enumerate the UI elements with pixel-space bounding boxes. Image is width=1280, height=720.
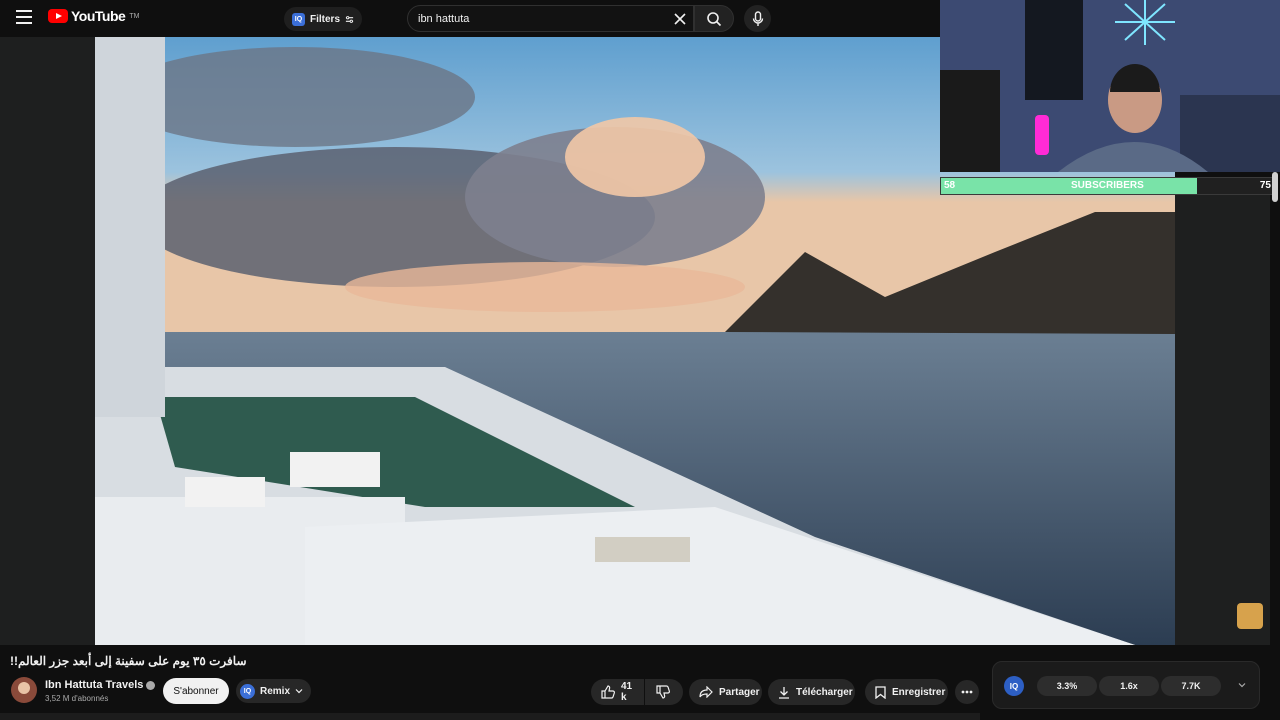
download-label: Télécharger	[796, 686, 853, 698]
video-title: سافرت ٣٥ يوم على سفينة إلى أبعد جزر العا…	[10, 654, 247, 668]
youtube-play-icon	[48, 9, 68, 23]
more-horizontal-icon	[961, 690, 973, 694]
left-letterbox	[0, 37, 95, 645]
voice-search-button[interactable]	[744, 5, 771, 32]
bookmark-icon	[875, 685, 886, 699]
like-count: 41 k	[621, 681, 633, 703]
masthead: YouTube TM IQ Filters	[0, 0, 940, 37]
filters-button[interactable]: IQ Filters	[284, 7, 363, 31]
streamer-webcam	[940, 0, 1280, 172]
channel-avatar[interactable]	[11, 677, 37, 703]
right-letterbox	[1175, 195, 1270, 645]
dislike-button[interactable]	[645, 679, 683, 705]
search-icon	[707, 11, 722, 26]
iq-remix-icon: IQ	[240, 683, 255, 699]
subscribe-button[interactable]: S'abonner	[163, 678, 229, 704]
subscriber-goal-label: SUBSCRIBERS	[1071, 180, 1144, 191]
subscriber-goal-bar: 58 SUBSCRIBERS 75	[940, 177, 1274, 195]
search-input[interactable]	[418, 12, 658, 25]
youtube-logo[interactable]: YouTube TM	[48, 8, 139, 24]
download-icon	[779, 686, 789, 699]
remix-button[interactable]: IQ Remix	[236, 679, 312, 703]
channel-name-row[interactable]: Ibn Hattuta Travels	[45, 679, 156, 691]
more-actions-button[interactable]	[955, 680, 979, 704]
thumbs-down-icon	[656, 685, 670, 699]
clear-search-icon[interactable]	[672, 11, 688, 27]
menu-icon[interactable]	[14, 10, 34, 26]
chevron-down-icon	[295, 689, 303, 694]
expand-chevron-icon[interactable]	[1238, 681, 1246, 689]
save-label: Enregistrer	[892, 686, 946, 698]
share-label: Partager	[719, 686, 760, 698]
webcam-frame	[940, 0, 1280, 172]
subscriber-goal-target: 75	[1259, 180, 1271, 191]
stat-views-per-hour: 7.7K	[1161, 676, 1221, 696]
save-button[interactable]: Enregistrer	[865, 679, 948, 705]
search-box	[407, 5, 694, 32]
thumbs-up-icon	[601, 685, 615, 699]
search-button[interactable]	[694, 5, 734, 32]
iq-logo-icon: IQ	[1004, 676, 1024, 696]
iq-extension-icon: IQ	[292, 12, 305, 26]
download-button[interactable]: Télécharger	[768, 679, 855, 705]
like-button[interactable]: 41 k	[591, 679, 644, 705]
share-button[interactable]: Partager	[689, 679, 762, 705]
description-edge	[0, 713, 980, 720]
scrollbar-thumb[interactable]	[1272, 172, 1278, 202]
subscriber-count: 3,52 M d'abonnés	[45, 694, 109, 703]
stat-engagement: 3.3%	[1037, 676, 1097, 696]
microphone-icon	[752, 10, 763, 26]
channel-name[interactable]: Ibn Hattuta Travels	[45, 679, 143, 691]
verified-icon	[146, 680, 156, 690]
remix-label: Remix	[260, 685, 291, 697]
stat-multiplier: 1.6x	[1099, 676, 1159, 696]
sliders-icon	[345, 15, 354, 23]
subscriber-goal-fill	[941, 178, 1197, 194]
iq-stats-panel: IQ 3.3% 1.6x 7.7K	[992, 661, 1260, 709]
share-icon	[699, 686, 713, 698]
subscriber-current: 58	[944, 180, 956, 191]
filters-label: Filters	[310, 13, 341, 25]
channel-watermark-icon[interactable]	[1237, 603, 1263, 629]
